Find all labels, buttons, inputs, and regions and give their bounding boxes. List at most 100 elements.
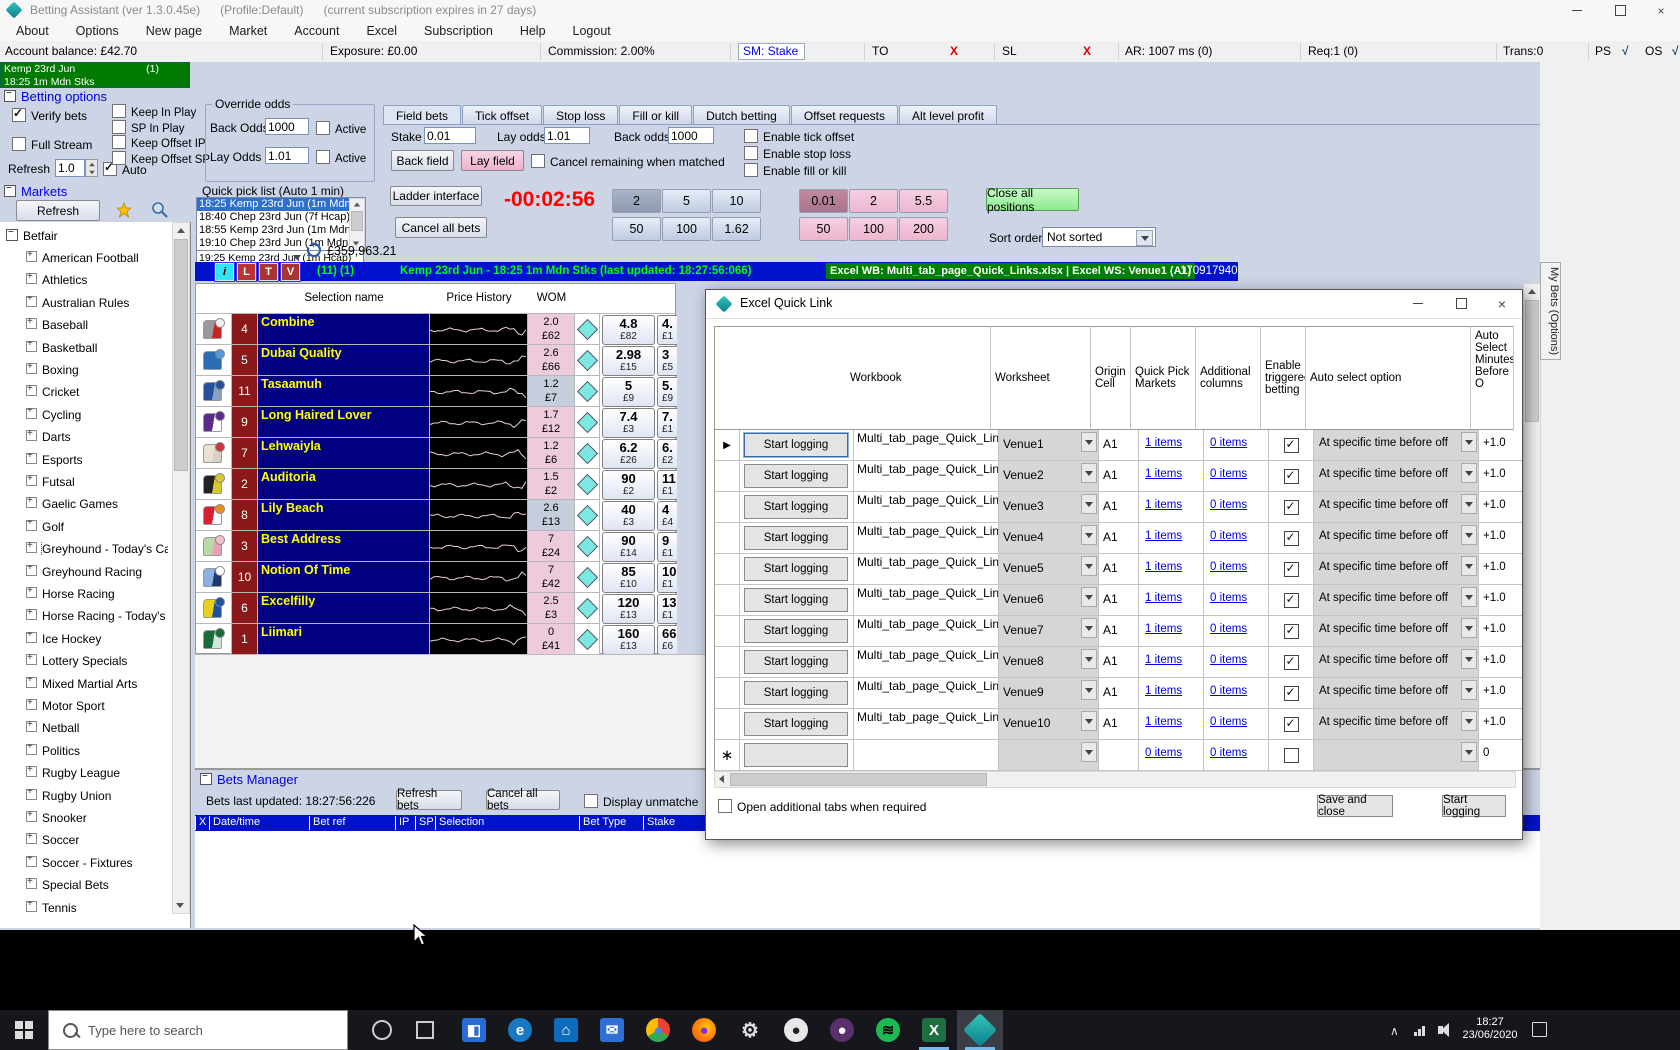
collapse-icon[interactable] <box>4 185 16 197</box>
taskbar-button-spotify[interactable]: ≋ <box>865 1010 911 1050</box>
lay-active-checkbox[interactable]: Active <box>316 150 366 165</box>
back-price-button[interactable]: 4.8£82 <box>602 315 655 345</box>
selection-name[interactable]: Combine <box>258 314 430 345</box>
bets-column-bet-type[interactable]: Bet Type <box>579 816 643 830</box>
dialog-maximize-button[interactable] <box>1441 293 1481 314</box>
tab-alt-level-profit[interactable]: Alt level profit <box>899 105 997 125</box>
checkbox-sp-in-play[interactable]: SP In Play <box>112 120 185 135</box>
taskbar-button-store[interactable]: ⌂ <box>543 1010 589 1050</box>
quick-pick-markets-link[interactable]: 1 items <box>1145 530 1182 542</box>
chevron-down-icon[interactable] <box>1081 711 1097 731</box>
expand-icon[interactable] <box>26 901 37 912</box>
worksheet-dropdown[interactable]: Venue7 <box>999 616 1099 647</box>
refresh-spinner[interactable] <box>85 159 98 177</box>
expand-icon[interactable] <box>26 677 37 688</box>
chevron-down-icon[interactable] <box>1461 463 1477 483</box>
additional-columns-link[interactable]: 0 items <box>1210 716 1247 728</box>
sidebar-item-greyhound-racing[interactable]: Greyhound Racing <box>26 565 168 579</box>
expand-icon[interactable] <box>26 833 37 844</box>
checkbox-icon[interactable] <box>316 121 330 135</box>
additional-columns-link[interactable]: 0 items <box>1210 499 1247 511</box>
lay-stake-button-200[interactable]: 200 <box>899 217 948 241</box>
worksheet-dropdown[interactable]: Venue4 <box>999 523 1099 554</box>
sidebar-item-esports[interactable]: Esports <box>26 453 168 467</box>
back-stake-button-5[interactable]: 5 <box>662 189 711 213</box>
expand-icon[interactable] <box>26 385 37 396</box>
sidebar-item-netball[interactable]: Netball <box>26 721 168 735</box>
quick-pick-item[interactable]: 18:40 Chep 23rd Jun (7f Hcap) <box>197 211 365 224</box>
close-all-positions-button[interactable]: Close all positions <box>986 188 1079 211</box>
auto-select-dropdown[interactable]: At specific time before off <box>1314 430 1479 461</box>
back-price-button[interactable]: 90£2 <box>602 470 655 500</box>
scroll-left-icon[interactable] <box>719 775 724 783</box>
status-sm[interactable]: SM: Stake <box>738 43 805 60</box>
taskbar-button-mail[interactable]: ✉ <box>589 1010 635 1050</box>
menu-item-excel[interactable]: Excel <box>366 24 397 38</box>
back-price-button[interactable]: 6.2£26 <box>602 439 655 469</box>
lay-price-button[interactable]: 11£1 <box>657 470 677 500</box>
sidebar-item-darts[interactable]: Darts <box>26 430 168 444</box>
chevron-down-icon[interactable] <box>1461 742 1477 762</box>
taskbar-button-github[interactable]: ● <box>773 1010 819 1050</box>
market-view-button-l[interactable]: L <box>237 263 256 281</box>
full-stream-checkbox[interactable]: Full Stream <box>12 137 92 152</box>
cancel-all-bets-button-2[interactable]: Cancel all bets <box>486 790 560 810</box>
selection-name[interactable]: Tasaamuh <box>258 376 430 407</box>
back-stake-button-10[interactable]: 10 <box>712 189 761 213</box>
checkbox-icon[interactable] <box>718 799 732 813</box>
ladder-interface-button[interactable]: Ladder interface <box>390 186 482 206</box>
checkbox-icon[interactable] <box>744 163 758 177</box>
refresh-bets-button[interactable]: Refresh bets <box>396 790 462 810</box>
expand-icon[interactable] <box>26 430 37 441</box>
quick-pick-markets-link[interactable]: 1 items <box>1145 561 1182 573</box>
collapse-icon[interactable] <box>4 90 16 102</box>
selection-name[interactable]: Dubai Quality <box>258 345 430 376</box>
sidebar-item-baseball[interactable]: Baseball <box>26 318 168 332</box>
scrollbar-thumb[interactable] <box>174 239 188 471</box>
sidebar-item-soccer-fixtures[interactable]: Soccer - Fixtures <box>26 856 168 870</box>
back-price-button[interactable]: 85£10 <box>602 563 655 593</box>
menu-item-logout[interactable]: Logout <box>573 24 611 38</box>
open-additional-tabs-checkbox[interactable]: Open additional tabs when required <box>718 799 926 814</box>
tab-offset-requests[interactable]: Offset requests <box>791 105 898 125</box>
start-logging-button[interactable]: Start logging <box>744 712 848 736</box>
sidebar-item-horse-racing-today-s-card[interactable]: Horse Racing - Today's Card <box>26 609 168 623</box>
tab-tick-offset[interactable]: Tick offset <box>462 105 542 125</box>
checkbox-icon[interactable] <box>744 129 758 143</box>
chevron-down-icon[interactable] <box>293 255 301 260</box>
additional-columns-link[interactable]: 0 items <box>1210 468 1247 480</box>
sidebar-item-lottery-specials[interactable]: Lottery Specials <box>26 654 168 668</box>
quick-pick-markets-link[interactable]: 1 items <box>1145 437 1182 449</box>
lay-price-button[interactable]: 9£1 <box>657 532 677 562</box>
quick-pick-markets-link[interactable]: 1 items <box>1145 468 1182 480</box>
chevron-down-icon[interactable] <box>1461 556 1477 576</box>
lay-stake-button-0.01[interactable]: 0.01 <box>799 189 848 213</box>
grid-scrollbar[interactable] <box>1523 283 1541 769</box>
scroll-up-icon[interactable] <box>1528 289 1536 294</box>
sidebar-item-mixed-martial-arts[interactable]: Mixed Martial Arts <box>26 677 168 691</box>
menu-item-account[interactable]: Account <box>294 24 339 38</box>
checkbox-keep-in-play[interactable]: Keep In Play <box>112 104 196 119</box>
sidebar-item-special-bets[interactable]: Special Bets <box>26 878 168 892</box>
favorites-star-icon[interactable] <box>116 202 132 218</box>
triggered-betting-checkbox[interactable] <box>1284 531 1299 546</box>
back-price-button[interactable]: 5£9 <box>602 377 655 407</box>
expand-icon[interactable] <box>26 408 37 419</box>
lay-price-button[interactable]: 13£1 <box>657 594 677 624</box>
checkbox-icon[interactable] <box>112 120 126 134</box>
chevron-down-icon[interactable] <box>1081 525 1097 545</box>
chevron-down-icon[interactable] <box>1081 556 1097 576</box>
sidebar-item-australian-rules[interactable]: Australian Rules <box>26 296 168 310</box>
chevron-down-icon[interactable] <box>1461 711 1477 731</box>
lay-price-button[interactable]: 4.£1 <box>657 315 677 345</box>
additional-columns-link[interactable]: 0 items <box>1210 530 1247 542</box>
triggered-betting-checkbox[interactable] <box>1284 686 1299 701</box>
tab-field-bets[interactable]: Field bets <box>383 105 461 125</box>
expand-icon[interactable] <box>26 565 37 576</box>
auto-select-dropdown[interactable]: At specific time before off <box>1314 647 1479 678</box>
auto-select-dropdown[interactable]: At specific time before off <box>1314 616 1479 647</box>
tray-clock[interactable]: 18:27 23/06/2020 <box>1462 1016 1518 1042</box>
sidebar-item-tennis[interactable]: Tennis <box>26 901 168 915</box>
expand-icon[interactable] <box>26 273 37 284</box>
triggered-betting-checkbox[interactable] <box>1284 655 1299 670</box>
